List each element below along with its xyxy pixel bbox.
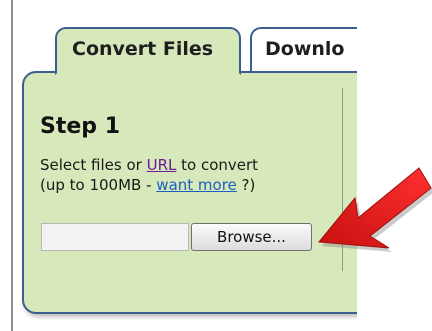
red-arrow-icon [318, 167, 432, 252]
desc-line1-suffix: to convert [176, 156, 259, 174]
tab-download-label: Downlo [265, 38, 345, 60]
browse-button[interactable]: Browse... [191, 223, 312, 251]
desc-line1-prefix: Select files or [40, 156, 147, 174]
file-path-input[interactable] [41, 223, 189, 251]
url-link[interactable]: URL [147, 156, 177, 174]
step-description: Select files or URL to convert (up to 10… [40, 155, 258, 195]
page-edge-line [11, 0, 13, 331]
tab-convert-files-label: Convert Files [72, 38, 214, 60]
tab-convert-files[interactable]: Convert Files [55, 27, 241, 75]
desc-line2-suffix: ?) [236, 176, 256, 194]
step-title: Step 1 [40, 114, 120, 139]
want-more-link[interactable]: want more [156, 176, 236, 194]
stage: Downlo Convert Files Step 1 Select files… [0, 0, 432, 331]
desc-line2-prefix: (up to 100MB - [40, 176, 157, 194]
